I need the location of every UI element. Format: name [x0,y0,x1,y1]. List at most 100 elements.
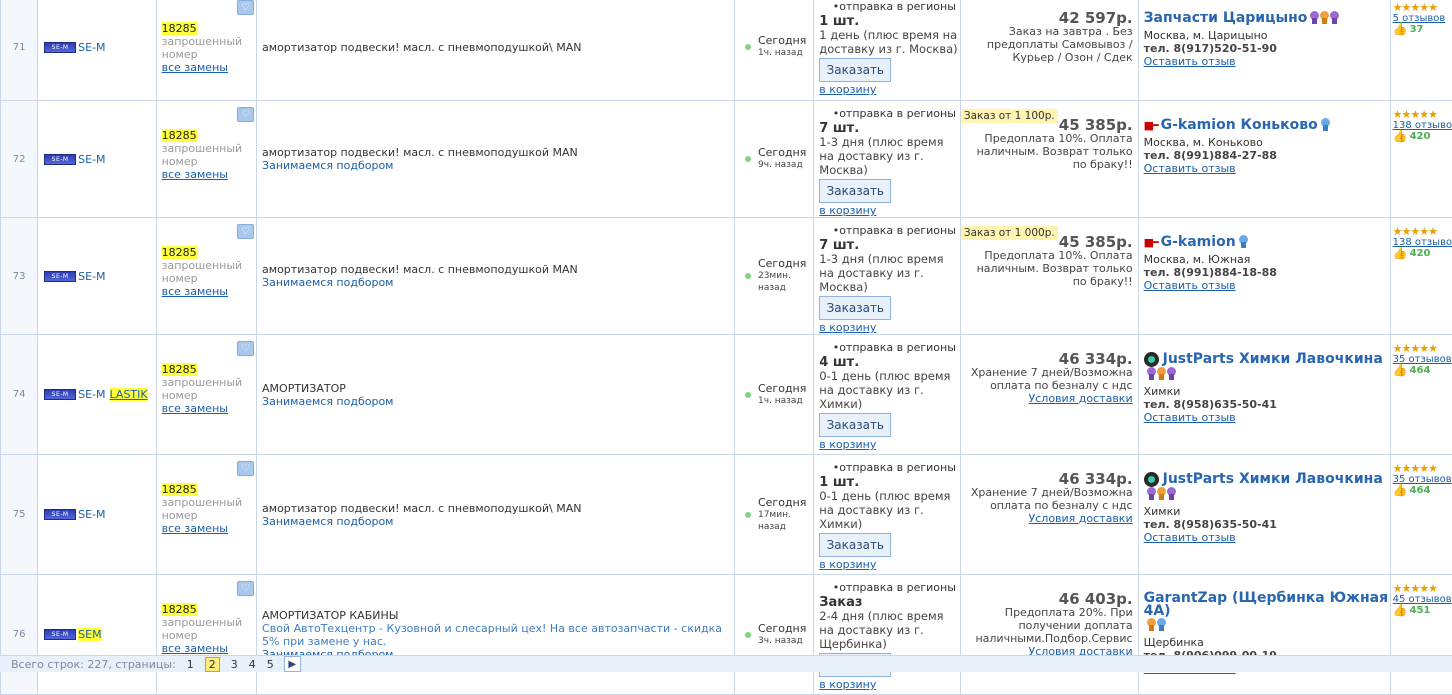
table-row: 74 SE-M SE-M LASTIK ♡ 18285 запрошенный … [1,335,1452,455]
leave-review-link[interactable]: Оставить отзыв [1144,411,1236,424]
add-to-cart-link[interactable]: в корзину [819,204,960,217]
seller-awards [1147,367,1177,381]
rating-stars-icon: ★★★★★ [1393,343,1452,354]
page-link-4[interactable]: 4 [249,658,256,671]
brand-link[interactable]: SE-M [78,41,105,54]
quantity-cell: •отправка в регионы 7 шт. 1-3 дня (плюс … [814,218,961,335]
seller-name-link[interactable]: JustParts Химки Лавочкина [1163,353,1383,366]
award-icon [1167,487,1176,501]
rating-stars-icon: ★★★★★ [1393,583,1452,594]
award-icon [1320,11,1329,25]
seller-name-link[interactable]: JustParts Химки Лавочкина [1163,473,1383,486]
all-replacements-link[interactable]: все замены [162,402,228,415]
delivery-days: 0-1 день (плюс время на доставку из г. Х… [819,369,960,411]
price-note: Предоплата 10%. Оплата наличным. Возврат… [961,249,1133,288]
selection-note: Занимаемся подбором [262,515,734,528]
add-to-cart-link[interactable]: в корзину [819,321,960,334]
description-cell: АМОРТИЗАТОР КАБИНЫ Свой АвтоТехцентр - К… [257,575,735,695]
order-button[interactable]: Заказать [819,533,891,557]
leave-review-link[interactable]: Оставить отзыв [1144,279,1236,292]
table-row: 75 SE-M SE-M ♡ 18285 запрошенный номер в… [1,455,1452,575]
brand-link[interactable]: SE-M [78,153,105,166]
selection-note: Занимаемся подбором [262,395,734,408]
seller-location: Москва, м. Коньково [1144,136,1390,149]
award-icon [1147,618,1156,632]
add-to-cart-link[interactable]: в корзину [819,558,960,571]
brand-link[interactable]: SE-M [78,388,105,401]
order-button[interactable]: Заказать [819,413,891,437]
all-replacements-link[interactable]: все замены [162,642,228,655]
quantity: 7 шт. [819,239,960,252]
seller-note: Свой АвтоТехцентр - Кузовной и слесарный… [262,622,734,648]
page-link-3[interactable]: 3 [231,658,238,671]
seller-name-link[interactable]: G-kamion Коньково [1161,119,1318,132]
add-to-cart-link[interactable]: в корзину [819,678,960,691]
brand-link[interactable]: SE-M [78,508,105,521]
seller-cell: JustParts Химки Лавочкина Химки тел. 8(9… [1138,455,1390,575]
row-number: 74 [1,335,38,455]
order-button[interactable]: Заказать [819,296,891,320]
leave-review-link[interactable]: Оставить отзыв [1144,55,1236,68]
date-cell: Сегодня 23мин. назад [734,218,813,335]
seller-awards [1147,487,1177,501]
date-cell: Сегодня 1ч. назад [734,0,813,101]
rating-cell: ★★★★★ 138 отзывов 👍420 [1390,101,1452,218]
pager-pages: 12345 [176,657,274,672]
seller-name-link[interactable]: G-kamion [1161,236,1236,249]
price-cell: Заказ от 1 000р. 45 385р. Предоплата 10%… [960,218,1138,335]
favorite-heart-icon[interactable]: ♡ [237,0,254,15]
price-note: Предоплата 20%. При получении доплата на… [961,606,1133,645]
row-number: 72 [1,101,38,218]
all-replacements-link[interactable]: все замены [162,168,228,181]
all-replacements-link[interactable]: все замены [162,285,228,298]
leave-review-link[interactable]: Оставить отзыв [1144,531,1236,544]
all-replacements-link[interactable]: все замены [162,61,228,74]
part-number-cell: ♡ 18285 запрошенный номер все замены [156,101,256,218]
results-table: 71 SE-M SE-M ♡ 18285 запрошенный номер в… [0,0,1452,695]
brand-link[interactable]: SEM [78,628,101,641]
price-note: Хранение 7 дней/Возможна оплата по безна… [961,486,1133,512]
favorite-heart-icon[interactable]: ♡ [237,341,254,356]
description-cell: амортизатор подвески! масл. с пневмоподу… [257,218,735,335]
delivery-terms-link[interactable]: Условия доставки [1029,512,1133,525]
date-cell: Сегодня 17мин. назад [734,455,813,575]
requested-label: запрошенный номер [162,616,243,642]
seller-awards [1239,235,1249,249]
brand-link[interactable]: SE-M [78,270,105,283]
brand-cell: SE-M SE-M [38,218,156,335]
leave-review-link[interactable]: Оставить отзыв [1144,162,1236,175]
seller-name-link[interactable]: GarantZap (Щербинка Южная 4А) [1144,592,1390,618]
quantity: 7 шт. [819,122,960,135]
page-link-1[interactable]: 1 [187,658,194,671]
part-description: амортизатор подвески! масл. с пневмоподу… [262,502,734,515]
order-button[interactable]: Заказать [819,58,891,82]
order-button[interactable]: Заказать [819,179,891,203]
quantity-cell: •отправка в регионы Заказ 2-4 дня (плюс … [814,575,961,695]
status-dot-icon [745,44,751,50]
price-cell: 46 334р. Хранение 7 дней/Возможна оплата… [960,335,1138,455]
favorite-heart-icon[interactable]: ♡ [237,107,254,122]
all-replacements-link[interactable]: все замены [162,522,228,535]
page-link-2[interactable]: 2 [205,657,220,672]
min-order-badge: Заказ от 1 000р. [961,226,1058,240]
brand-extra-link[interactable]: LASTIK [110,388,148,401]
row-number: 76 [1,575,38,695]
add-to-cart-link[interactable]: в корзину [819,438,960,451]
favorite-heart-icon[interactable]: ♡ [237,224,254,239]
next-page-button[interactable]: ▶ [284,656,301,672]
justparts-logo-icon [1144,472,1159,487]
favorite-heart-icon[interactable]: ♡ [237,461,254,476]
seller-location: Щербинка [1144,636,1390,649]
seller-name-link[interactable]: Запчасти Царицыно [1144,12,1308,25]
add-to-cart-link[interactable]: в корзину [819,83,960,96]
page-link-5[interactable]: 5 [267,658,274,671]
part-number-cell: ♡ 18285 запрошенный номер все замены [156,218,256,335]
likes-count: 464 [1410,365,1431,376]
rating-cell: ★★★★★ 35 отзывов 👍464 [1390,455,1452,575]
ship-regions-label: •отправка в регионы [819,341,960,354]
rating-stars-icon: ★★★★★ [1393,463,1452,474]
min-order-badge: Заказ от 1 100р. [961,109,1058,123]
delivery-terms-link[interactable]: Условия доставки [1029,392,1133,405]
rating-stars-icon: ★★★★★ [1393,226,1452,237]
favorite-heart-icon[interactable]: ♡ [237,581,254,596]
